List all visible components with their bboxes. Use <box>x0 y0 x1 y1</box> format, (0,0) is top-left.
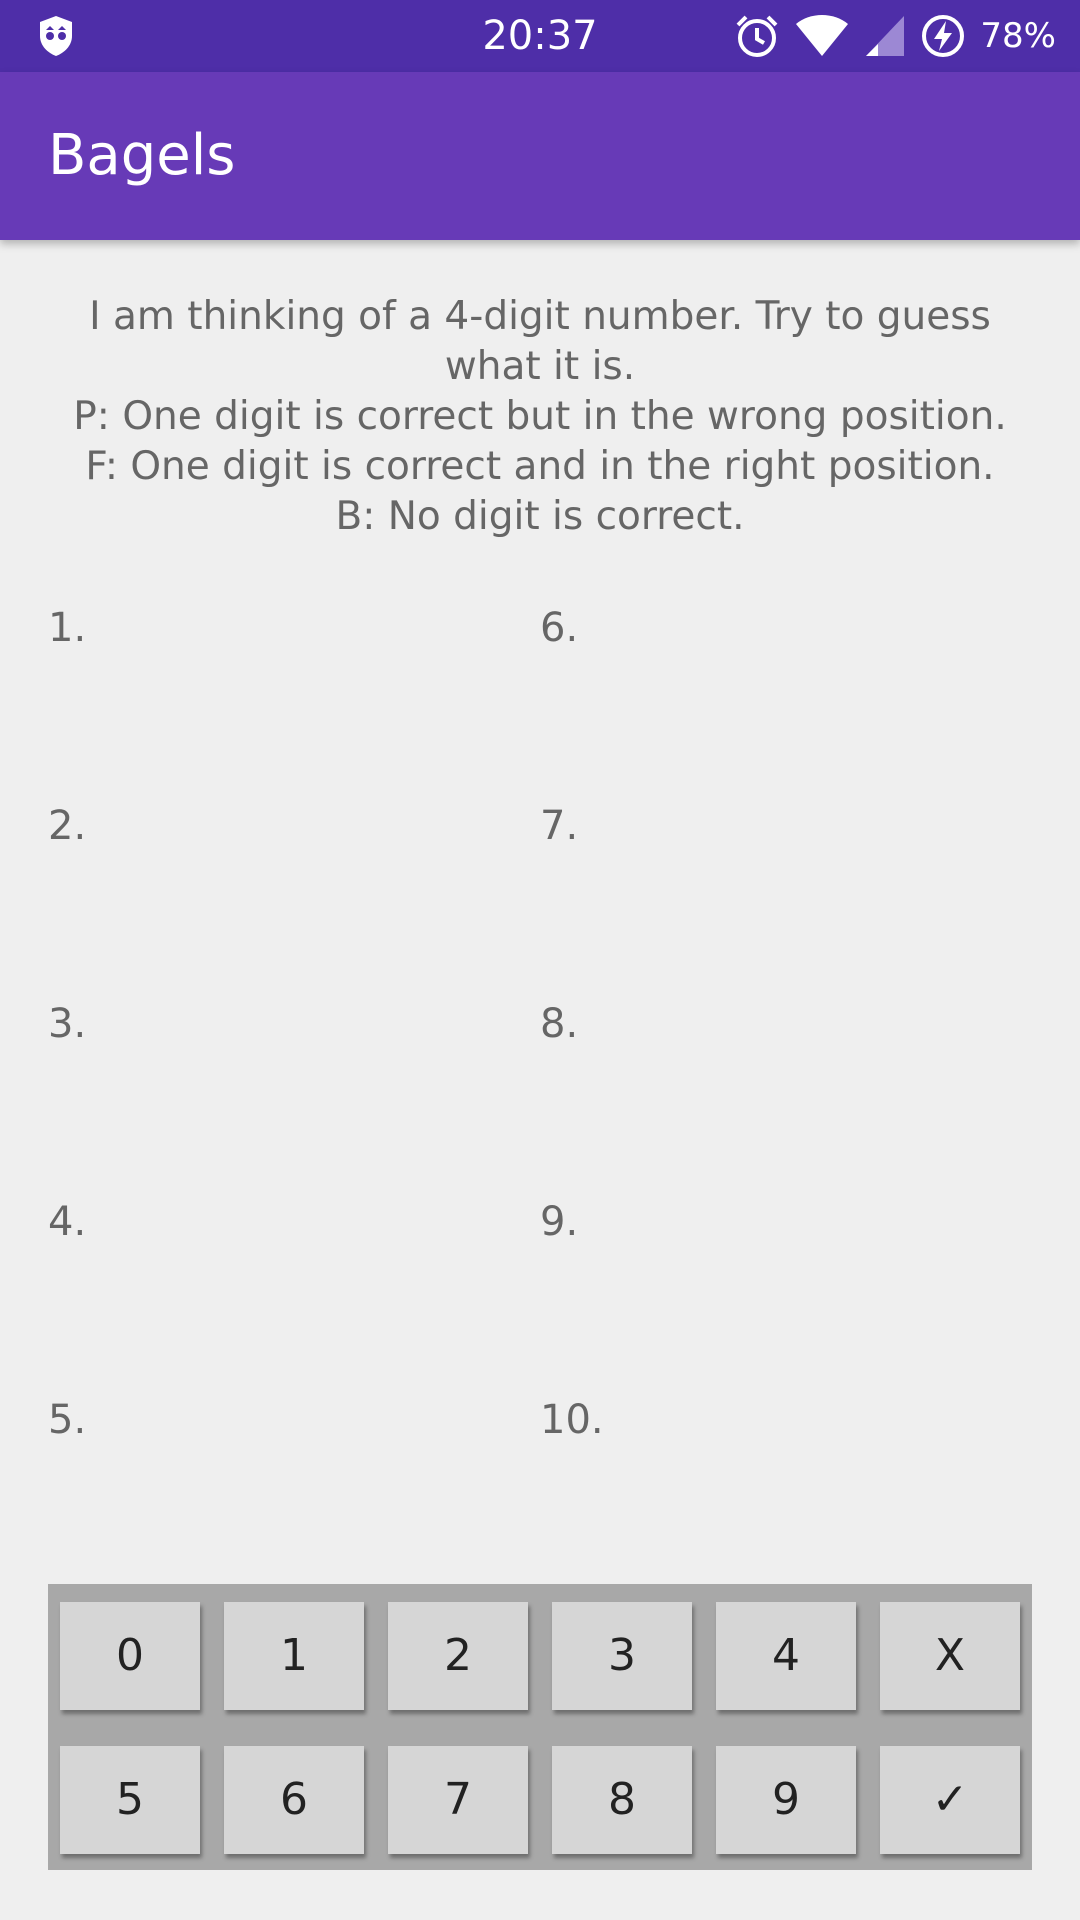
delete-key[interactable]: X <box>880 1602 1020 1710</box>
key-7[interactable]: 7 <box>388 1746 528 1854</box>
app-bar: Bagels <box>0 72 1080 240</box>
cell-signal-icon <box>864 14 906 58</box>
instructions-b-rule: B: No digit is correct. <box>335 494 745 539</box>
instructions-p-rule: P: One digit is correct but in the wrong… <box>73 394 1007 439</box>
key-0[interactable]: 0 <box>60 1602 200 1710</box>
guess-row-10: 10. <box>540 1397 604 1443</box>
key-9[interactable]: 9 <box>716 1746 856 1854</box>
battery-charging-icon <box>920 13 966 59</box>
guess-row-5: 5. <box>48 1397 87 1443</box>
keypad: 0 1 2 3 4 X 5 6 7 8 9 ✓ <box>48 1584 1032 1870</box>
battery-percentage: 78% <box>980 16 1056 56</box>
key-5[interactable]: 5 <box>60 1746 200 1854</box>
status-bar: 20:37 78% <box>0 0 1080 72</box>
guess-row-6: 6. <box>540 605 579 651</box>
guess-row-9: 9. <box>540 1199 579 1245</box>
guess-row-2: 2. <box>48 803 87 849</box>
key-4[interactable]: 4 <box>716 1602 856 1710</box>
guess-row-4: 4. <box>48 1199 87 1245</box>
wifi-icon <box>794 14 850 58</box>
key-2[interactable]: 2 <box>388 1602 528 1710</box>
instructions-f-rule: F: One digit is correct and in the right… <box>85 444 995 489</box>
key-3[interactable]: 3 <box>552 1602 692 1710</box>
alarm-icon <box>734 13 780 59</box>
guess-row-7: 7. <box>540 803 579 849</box>
key-1[interactable]: 1 <box>224 1602 364 1710</box>
submit-key[interactable]: ✓ <box>880 1746 1020 1854</box>
guess-row-8: 8. <box>540 1001 579 1047</box>
guess-list: 1. 2. 3. 4. 5. 6. 7. 8. 9. 10. <box>48 598 1032 1588</box>
key-6[interactable]: 6 <box>224 1746 364 1854</box>
guess-row-1: 1. <box>48 605 87 651</box>
instructions: I am thinking of a 4-digit number. Try t… <box>40 292 1040 542</box>
app-title: Bagels <box>48 123 236 188</box>
guess-row-3: 3. <box>48 1001 87 1047</box>
key-8[interactable]: 8 <box>552 1746 692 1854</box>
instructions-intro: I am thinking of a 4-digit number. Try t… <box>89 294 991 389</box>
